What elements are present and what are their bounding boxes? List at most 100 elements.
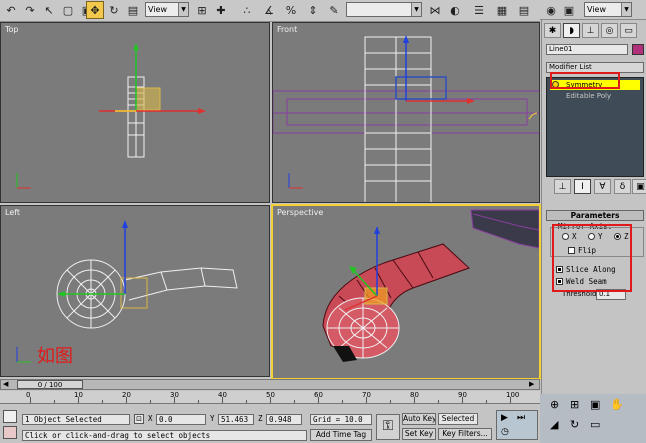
- zoom-extents-icon[interactable]: ▣: [590, 398, 600, 411]
- schematic-view-icon[interactable]: ▤: [515, 1, 533, 19]
- ruler-tick: [54, 400, 55, 403]
- zoom-all-icon[interactable]: ⊞: [570, 398, 579, 411]
- create-tab-icon[interactable]: ✱: [544, 23, 561, 38]
- listener-icon[interactable]: [3, 410, 17, 423]
- set-key-button[interactable]: Set Key: [402, 428, 436, 440]
- curve-editor-icon[interactable]: ▦: [493, 1, 511, 19]
- ruler-label: 50: [266, 391, 275, 399]
- viewport-navigation: ⊕ ⊞ ▣ ✋ ◢ ↻ ▭: [540, 394, 646, 443]
- spinner-snap-icon[interactable]: ⇕: [304, 1, 322, 19]
- make-unique-icon[interactable]: ∀: [594, 179, 611, 194]
- render-type-dropdown[interactable]: View ▼: [584, 2, 632, 17]
- named-selection-icon[interactable]: ✎: [325, 1, 343, 19]
- playback-controls: ▶ ⏭ ◷: [496, 410, 538, 440]
- render-scene-icon[interactable]: ▣: [560, 1, 578, 19]
- modifier-stack: Symmetry Editable Poly: [546, 77, 644, 177]
- reference-coordinate-dropdown[interactable]: View ▼: [145, 2, 189, 17]
- remove-modifier-icon[interactable]: δ: [614, 179, 631, 194]
- object-name-field[interactable]: Line01: [546, 44, 628, 55]
- align-icon[interactable]: ◐: [446, 1, 464, 19]
- ruler-tick: [246, 400, 247, 403]
- viewport-perspective[interactable]: Perspective: [271, 204, 541, 380]
- auto-key-mode-dropdown[interactable]: Selected: [438, 413, 478, 425]
- pivot-center-icon[interactable]: ⊞: [193, 1, 211, 19]
- ruler-label: 40: [218, 391, 227, 399]
- z-label: Z: [258, 414, 263, 423]
- key-icon[interactable]: ⚿: [376, 414, 400, 440]
- toolbar-right: ◉ ▣ View ▼: [540, 0, 646, 20]
- ruler-tick: [390, 400, 391, 403]
- select-move-icon[interactable]: ✥: [86, 1, 104, 19]
- select-object-icon[interactable]: ↖: [40, 1, 58, 19]
- ruler-tick: [486, 400, 487, 403]
- y-label: Y: [210, 414, 215, 423]
- add-time-tag-button[interactable]: Add Time Tag: [310, 429, 372, 441]
- track-bar[interactable]: 0 10 20 30 40 50 60 70 80 90 100: [0, 391, 540, 404]
- key-filters-button[interactable]: Key Filters...: [438, 428, 492, 440]
- main-toolbar: ↶ ↷ ↖ ▢ ▣ ✥ ↻ ▤ View▼ ⊞ ✚ ∴ ∡ % ⇕ ✎ ▼ ⋈ …: [0, 0, 540, 22]
- ruler-label: 0: [26, 391, 31, 399]
- pan-icon[interactable]: ✋: [610, 398, 624, 411]
- ruler-tick: [342, 400, 343, 403]
- select-scale-icon[interactable]: ▤: [124, 1, 142, 19]
- stack-tools: ⊥ I ∀ δ ▣: [546, 179, 646, 197]
- annotation-text: 如图: [37, 346, 73, 367]
- layer-manager-icon[interactable]: ☰: [470, 1, 488, 19]
- x-coordinate-field[interactable]: 0.0: [156, 414, 206, 425]
- play-icon[interactable]: ▶: [501, 413, 508, 423]
- show-end-result-icon[interactable]: I: [574, 179, 591, 194]
- ruler-label: 100: [506, 391, 520, 399]
- field-of-view-icon[interactable]: ◢: [550, 418, 558, 431]
- script-icon[interactable]: [3, 426, 17, 439]
- arc-rotate-icon[interactable]: ↻: [570, 418, 579, 431]
- ruler-tick: [102, 400, 103, 403]
- time-slider-knob[interactable]: 0 / 100: [17, 380, 83, 389]
- named-selection-dropdown[interactable]: ▼: [346, 2, 422, 17]
- undo-icon[interactable]: ↶: [2, 1, 20, 19]
- auto-key-button[interactable]: Auto Key: [402, 413, 436, 425]
- maximize-viewport-icon[interactable]: ▭: [590, 418, 600, 431]
- prev-frame-icon[interactable]: ◀: [3, 380, 8, 388]
- angle-snap-icon[interactable]: ∡: [260, 1, 278, 19]
- configure-sets-icon[interactable]: ▣: [632, 179, 646, 194]
- ruler-label: 90: [458, 391, 467, 399]
- select-manipulate-icon[interactable]: ✚: [212, 1, 230, 19]
- y-coordinate-field[interactable]: 51.463: [218, 414, 254, 425]
- ruler-tick: [438, 400, 439, 403]
- hierarchy-tab-icon[interactable]: ⊥: [582, 23, 599, 38]
- z-coordinate-field[interactable]: 0.948: [266, 414, 302, 425]
- snap-toggle-icon[interactable]: ∴: [238, 1, 256, 19]
- pin-stack-icon[interactable]: ⊥: [554, 179, 571, 194]
- ruler-tick: [150, 400, 151, 403]
- display-tab-icon[interactable]: ▭: [620, 23, 637, 38]
- time-slider[interactable]: 0 / 100 ◀ ▶: [0, 379, 540, 390]
- object-color-swatch[interactable]: [632, 44, 644, 55]
- ruler-label: 60: [314, 391, 323, 399]
- stack-item-editable-poly[interactable]: Editable Poly: [550, 91, 640, 101]
- motion-tab-icon[interactable]: ◎: [601, 23, 618, 38]
- modify-tab-icon[interactable]: ◗: [563, 23, 580, 38]
- mirror-icon[interactable]: ⋈: [426, 1, 444, 19]
- lock-selection-icon[interactable]: ⊡: [134, 414, 144, 424]
- prompt-line: Click or click-and-drag to select object…: [22, 430, 307, 441]
- parameters-rollout[interactable]: Parameters: [546, 210, 644, 221]
- ruler-label: 70: [362, 391, 371, 399]
- next-frame-icon[interactable]: ▶: [529, 380, 534, 388]
- time-config-icon[interactable]: ◷: [501, 427, 509, 437]
- select-rotate-icon[interactable]: ↻: [105, 1, 123, 19]
- select-region-icon[interactable]: ▢: [59, 1, 77, 19]
- highlight-box-stack: [550, 72, 620, 89]
- redo-icon[interactable]: ↷: [21, 1, 39, 19]
- viewport-left[interactable]: Left 如图: [0, 205, 270, 377]
- command-panel: ✱ ◗ ⊥ ◎ ▭ Line01 Modifier List Symmetry …: [541, 20, 646, 395]
- zoom-icon[interactable]: ⊕: [550, 398, 559, 411]
- perspective-view-geometry: [322, 209, 539, 362]
- selection-status: 1 Object Selected: [22, 414, 130, 425]
- percent-snap-icon[interactable]: %: [282, 1, 300, 19]
- material-editor-icon[interactable]: ◉: [542, 1, 560, 19]
- x-label: X: [148, 414, 153, 423]
- go-to-end-icon[interactable]: ⏭: [517, 413, 525, 423]
- viewport-front[interactable]: Front: [272, 22, 540, 203]
- highlight-box-parameters: [552, 224, 632, 292]
- viewport-top[interactable]: Top: [0, 22, 270, 203]
